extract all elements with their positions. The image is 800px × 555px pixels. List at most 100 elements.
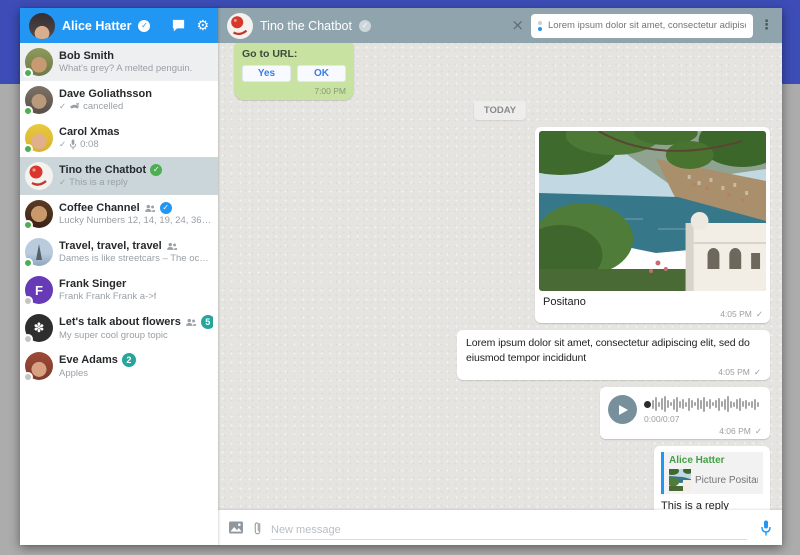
read-tick-icon: ✓ bbox=[754, 368, 761, 377]
chat-name: Frank Singer bbox=[59, 278, 126, 290]
sent-check-icon: ✓ bbox=[59, 178, 66, 187]
avatar-wrap bbox=[25, 352, 53, 380]
outgoing-message-stack: Positano 4:05 PM ✓ Lorem ipsum dolor sit… bbox=[457, 127, 770, 510]
chat-list-item-carol-xmas[interactable]: Carol Xmas ✓ 0:08 bbox=[20, 119, 218, 157]
verified-icon: ✓ bbox=[359, 20, 371, 32]
avatar-wrap bbox=[25, 238, 53, 266]
online-status-dot bbox=[23, 258, 33, 268]
chat-list-item-dave-goliathsson[interactable]: Dave Goliathsson ✓ cancelled bbox=[20, 81, 218, 119]
kebab-menu-icon[interactable]: ⋮ bbox=[760, 19, 773, 32]
record-voice-mic-icon[interactable] bbox=[760, 520, 772, 536]
chat-preview: Frank Frank Frank a->f bbox=[59, 291, 156, 302]
pinned-message-bar[interactable]: Lorem ipsum dolor sit amet, consectetur … bbox=[531, 14, 753, 38]
chat-list-item-eve-adams[interactable]: Eve Adams 2 Apples bbox=[20, 347, 218, 385]
chat-preview: Lucky Numbers 12, 14, 19, 24, 36, 43 bbox=[59, 215, 213, 226]
message-history: Go to URL: Yes OK 7:00 PM TODAY bbox=[218, 43, 782, 510]
verified-icon: ✓ bbox=[150, 164, 162, 176]
unread-badge: 5 bbox=[201, 315, 213, 329]
chat-preview: Apples bbox=[59, 368, 88, 379]
audio-playhead[interactable] bbox=[644, 401, 651, 408]
conversation-pane: Tino the Chatbot ✓ × Lorem ipsum dolor s… bbox=[218, 8, 782, 545]
sent-check-icon: ✓ bbox=[59, 140, 66, 149]
chat-list-item-bob-smith[interactable]: Bob Smith What's grey? A melted penguin. bbox=[20, 43, 218, 81]
chat-name: Coffee Channel bbox=[59, 202, 140, 214]
chat-list-item-frank-singer[interactable]: F Frank Singer Frank Frank Frank a->f bbox=[20, 271, 218, 309]
avatar-wrap bbox=[25, 200, 53, 228]
offline-status-dot bbox=[23, 296, 33, 306]
chat-preview: cancelled bbox=[83, 101, 123, 112]
sidebar-actions: ⚙ bbox=[171, 18, 209, 33]
mic-icon bbox=[69, 139, 77, 150]
reply-message: Alice Hatter bbox=[654, 446, 770, 510]
flower-icon: ✽ bbox=[34, 321, 45, 336]
quoted-text: Picture Positano bbox=[695, 475, 758, 486]
offline-status-dot bbox=[23, 334, 33, 344]
avatar-wrap bbox=[25, 48, 53, 76]
phone-cancelled-icon bbox=[69, 102, 80, 111]
photo-positano[interactable] bbox=[539, 131, 766, 291]
chat-preview: This is a reply bbox=[69, 177, 128, 188]
chat-name: Bob Smith bbox=[59, 50, 114, 62]
online-status-dot bbox=[23, 220, 33, 230]
chat-preview: What's grey? A melted penguin. bbox=[59, 63, 192, 74]
current-user-avatar[interactable] bbox=[29, 13, 55, 39]
bot-option-yes-button[interactable]: Yes bbox=[242, 65, 291, 82]
timestamp: 7:00 PM bbox=[242, 86, 346, 96]
chat-name: Eve Adams bbox=[59, 354, 118, 366]
read-tick-icon: ✓ bbox=[755, 427, 762, 436]
verified-icon: ✓ bbox=[160, 202, 172, 214]
text-message: Lorem ipsum dolor sit amet, consectetur … bbox=[457, 330, 770, 380]
message-input-wrap bbox=[271, 515, 747, 540]
chat-list-item-travel[interactable]: Travel, travel, travel Dames is like str… bbox=[20, 233, 218, 271]
offline-status-dot bbox=[23, 372, 33, 382]
avatar-wrap: ✽ bbox=[25, 314, 53, 342]
timestamp: 4:05 PM bbox=[718, 367, 750, 377]
chat-name: Let's talk about flowers bbox=[59, 316, 181, 328]
chat-name: Carol Xmas bbox=[59, 126, 120, 138]
conversation-avatar[interactable] bbox=[227, 13, 253, 39]
avatar bbox=[25, 162, 53, 190]
chat-preview: Dames is like streetcars – The oceans i.… bbox=[59, 253, 213, 264]
message-text: This is a reply bbox=[661, 500, 763, 510]
quoted-author: Alice Hatter bbox=[669, 455, 758, 466]
attach-file-icon[interactable] bbox=[253, 520, 262, 536]
play-icon bbox=[619, 405, 628, 415]
chat-list-item-tino-the-chatbot[interactable]: Tino the Chatbot ✓ ✓ This is a reply bbox=[20, 157, 218, 195]
online-status-dot bbox=[23, 106, 33, 116]
new-chat-icon[interactable] bbox=[171, 18, 186, 33]
attach-image-icon[interactable] bbox=[228, 521, 244, 534]
play-button[interactable] bbox=[608, 395, 637, 424]
conversation-title: Tino the Chatbot bbox=[260, 19, 352, 33]
chat-preview: My super cool group topic bbox=[59, 330, 168, 341]
image-message[interactable]: Positano 4:05 PM ✓ bbox=[535, 127, 770, 323]
quoted-thumbnail bbox=[669, 469, 691, 491]
message-input[interactable] bbox=[271, 524, 747, 539]
chat-name: Dave Goliathsson bbox=[59, 88, 152, 100]
composer bbox=[218, 510, 782, 545]
chat-list-item-coffee-channel[interactable]: Coffee Channel ✓ Lucky Numbers 12, 14, 1… bbox=[20, 195, 218, 233]
online-status-dot bbox=[23, 144, 33, 154]
group-icon bbox=[166, 242, 178, 251]
audio-message: 0:00/0:07 4:06 PM ✓ bbox=[600, 387, 770, 439]
close-icon[interactable]: × bbox=[511, 18, 524, 33]
timestamp: 4:06 PM bbox=[719, 426, 751, 436]
chat-list-item-flowers[interactable]: ✽ Let's talk about flowers 5 My super co… bbox=[20, 309, 218, 347]
sent-check-icon: ✓ bbox=[59, 102, 66, 111]
audio-waveform[interactable] bbox=[652, 396, 759, 412]
unread-badge: 2 bbox=[122, 353, 136, 367]
pinned-indicator-dots bbox=[538, 21, 542, 31]
chat-name: Travel, travel, travel bbox=[59, 240, 162, 252]
bot-option-ok-button[interactable]: OK bbox=[297, 65, 346, 82]
date-divider: TODAY bbox=[474, 101, 526, 120]
message-text: Lorem ipsum dolor sit amet, consectetur … bbox=[466, 336, 761, 366]
group-icon bbox=[144, 204, 156, 213]
chat-app-window: Alice Hatter ✓ ⚙ Bob Smith bbox=[20, 8, 782, 545]
chat-name: Tino the Chatbot bbox=[59, 164, 146, 176]
sidebar-header: Alice Hatter ✓ ⚙ bbox=[20, 8, 218, 43]
avatar-wrap bbox=[25, 124, 53, 152]
settings-gear-icon[interactable]: ⚙ bbox=[196, 19, 209, 33]
quoted-message[interactable]: Alice Hatter bbox=[661, 452, 763, 494]
pinned-message-text: Lorem ipsum dolor sit amet, consectetur … bbox=[548, 20, 746, 31]
desktop-background: Alice Hatter ✓ ⚙ Bob Smith bbox=[0, 0, 800, 555]
verified-icon: ✓ bbox=[138, 20, 150, 32]
